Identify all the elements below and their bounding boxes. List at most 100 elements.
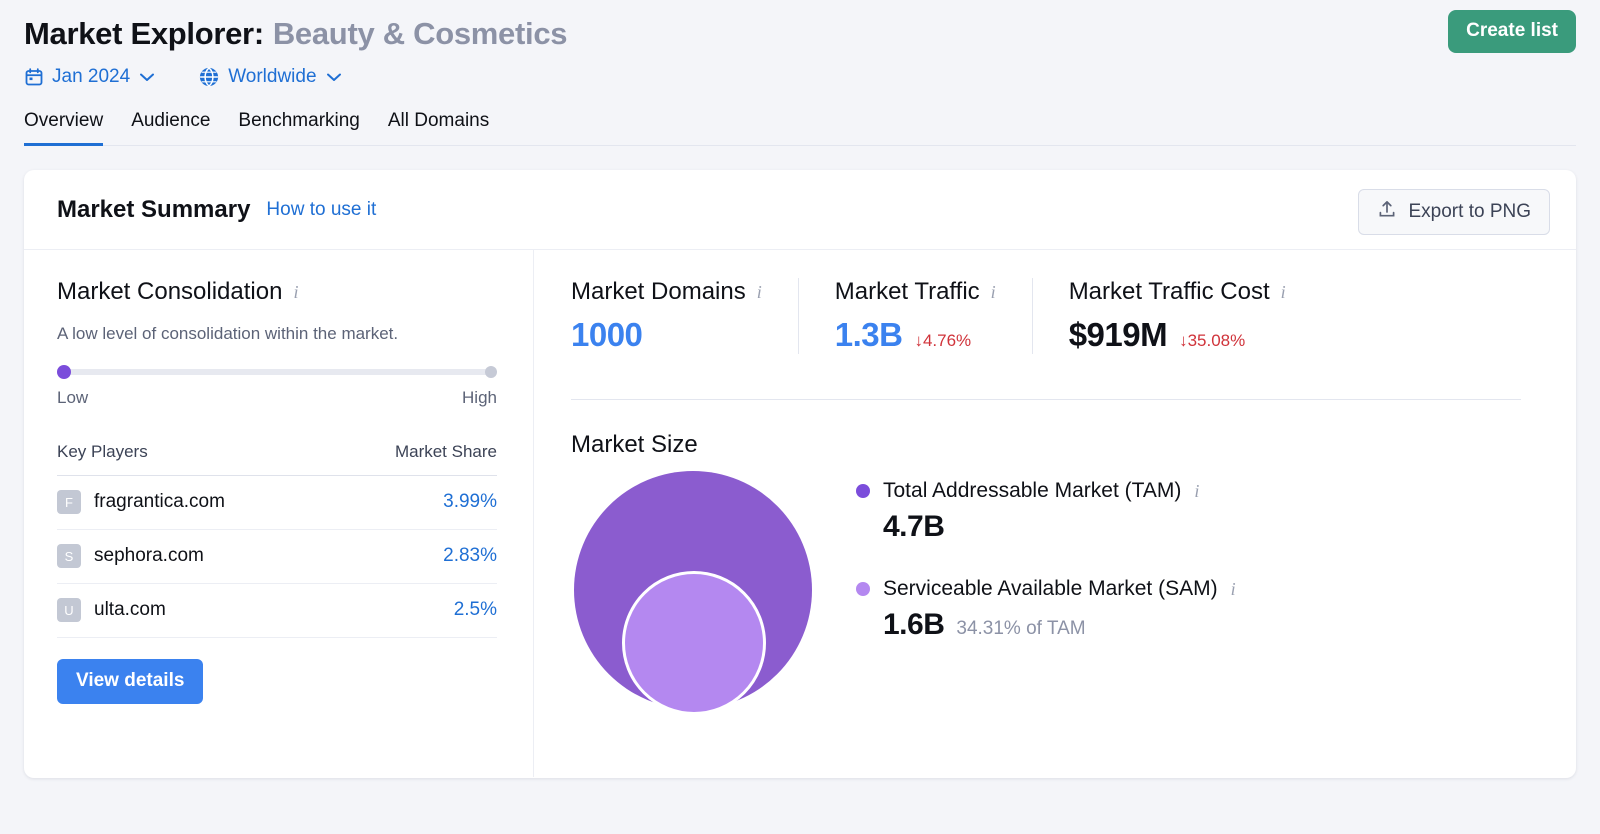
info-icon[interactable]: i xyxy=(1231,579,1236,600)
market-size-chart-area: Total Addressable Market (TAM) i 4.7B Se… xyxy=(571,471,1576,741)
legend-value-row: 1.6B 34.31% of TAM xyxy=(883,608,1236,642)
info-icon[interactable]: i xyxy=(757,282,762,303)
market-consolidation-title: Market Consolidation xyxy=(57,278,282,306)
favicon-icon: U xyxy=(57,598,81,622)
metric-label-row: Market Domains i xyxy=(571,278,762,306)
market-metrics-pane: Market Domains i 1000 Market Traffic i 1… xyxy=(534,250,1576,777)
legend-value-row: 4.7B xyxy=(883,510,1236,544)
bubble-sam xyxy=(622,571,766,715)
metric-market-traffic-cost: Market Traffic Cost i $919M ↓35.08% xyxy=(1032,278,1322,354)
market-share-value: 2.83% xyxy=(443,545,497,567)
market-consolidation-pane: Market Consolidation i A low level of co… xyxy=(24,250,534,777)
filter-row: Jan 2024 Worldwide xyxy=(24,66,1576,88)
card-header: Market Summary How to use it Export to P… xyxy=(24,170,1576,250)
key-player-cell: F fragrantica.com xyxy=(57,490,225,514)
info-icon[interactable]: i xyxy=(991,282,996,303)
legend-label: Serviceable Available Market (SAM) xyxy=(883,577,1218,601)
legend-value: 4.7B xyxy=(883,510,944,544)
market-share-value: 3.99% xyxy=(443,491,497,513)
slider-knob[interactable] xyxy=(57,365,71,379)
domain-name[interactable]: ulta.com xyxy=(94,599,166,621)
metric-market-domains: Market Domains i 1000 xyxy=(571,278,798,354)
metric-value: $919M xyxy=(1069,316,1167,354)
date-filter-label: Jan 2024 xyxy=(52,66,130,88)
metric-label-row: Market Traffic i xyxy=(835,278,996,306)
key-player-cell: U ulta.com xyxy=(57,598,166,622)
favicon-icon: F xyxy=(57,490,81,514)
tab-audience[interactable]: Audience xyxy=(131,110,210,146)
legend-label-row: Serviceable Available Market (SAM) i xyxy=(856,577,1236,601)
view-details-button[interactable]: View details xyxy=(57,659,203,704)
slider-label-low: Low xyxy=(57,388,88,408)
legend-label-row: Total Addressable Market (TAM) i xyxy=(856,479,1236,503)
table-row[interactable]: F fragrantica.com 3.99% xyxy=(57,476,497,530)
slider-labels: Low High xyxy=(57,388,497,408)
location-filter[interactable]: Worldwide xyxy=(198,66,340,88)
info-icon[interactable]: i xyxy=(293,282,298,303)
divider xyxy=(571,399,1521,400)
metric-label: Market Traffic Cost xyxy=(1069,278,1270,306)
market-consolidation-header: Market Consolidation i xyxy=(57,278,533,306)
market-size-bubble-chart xyxy=(571,471,831,741)
legend-sub: 34.31% of TAM xyxy=(956,618,1085,640)
page-title-subject: Beauty & Cosmetics xyxy=(273,16,567,52)
metric-market-traffic: Market Traffic i 1.3B ↓4.76% xyxy=(798,278,1032,354)
page-header: Market Explorer: Beauty & Cosmetics Crea… xyxy=(0,0,1600,146)
info-icon[interactable]: i xyxy=(1194,481,1199,502)
metric-delta: ↓4.76% xyxy=(914,331,971,351)
metric-value-row: 1000 xyxy=(571,316,762,354)
chevron-down-icon xyxy=(140,70,154,85)
legend-dot-tam xyxy=(856,484,870,498)
metric-value: 1000 xyxy=(571,316,642,354)
tab-benchmarking[interactable]: Benchmarking xyxy=(238,110,359,146)
market-summary-card: Market Summary How to use it Export to P… xyxy=(24,170,1576,778)
metric-value-row: 1.3B ↓4.76% xyxy=(835,316,996,354)
column-header-market-share: Market Share xyxy=(395,442,497,462)
chevron-down-icon xyxy=(327,70,341,85)
tab-overview[interactable]: Overview xyxy=(24,110,103,146)
export-to-png-button[interactable]: Export to PNG xyxy=(1358,189,1551,235)
favicon-icon: S xyxy=(57,544,81,568)
metric-label: Market Traffic xyxy=(835,278,980,306)
calendar-icon xyxy=(24,67,44,87)
page-title: Market Explorer: xyxy=(24,16,264,52)
market-consolidation-description: A low level of consolidation within the … xyxy=(57,324,533,344)
legend-item-sam: Serviceable Available Market (SAM) i 1.6… xyxy=(856,577,1236,642)
table-row[interactable]: U ulta.com 2.5% xyxy=(57,584,497,638)
date-filter[interactable]: Jan 2024 xyxy=(24,66,154,88)
info-icon[interactable]: i xyxy=(1281,282,1286,303)
export-to-png-label: Export to PNG xyxy=(1409,201,1532,223)
domain-name[interactable]: fragrantica.com xyxy=(94,491,225,513)
slider-label-high: High xyxy=(462,388,497,408)
table-row[interactable]: S sephora.com 2.83% xyxy=(57,530,497,584)
legend-value: 1.6B xyxy=(883,608,944,642)
globe-icon xyxy=(198,66,220,88)
metric-label: Market Domains xyxy=(571,278,746,306)
upload-icon xyxy=(1377,199,1397,225)
metrics-row: Market Domains i 1000 Market Traffic i 1… xyxy=(571,278,1576,370)
title-row: Market Explorer: Beauty & Cosmetics xyxy=(24,16,1576,52)
create-list-button[interactable]: Create list xyxy=(1448,10,1576,53)
location-filter-label: Worldwide xyxy=(228,66,316,88)
card-title: Market Summary xyxy=(57,196,250,224)
tab-all-domains[interactable]: All Domains xyxy=(388,110,489,146)
market-size-title: Market Size xyxy=(571,431,1576,459)
key-players-table: Key Players Market Share F fragrantica.c… xyxy=(57,442,497,638)
column-header-key-players: Key Players xyxy=(57,442,148,462)
slider-track xyxy=(57,369,497,375)
domain-name[interactable]: sephora.com xyxy=(94,545,204,567)
market-share-value: 2.5% xyxy=(454,599,497,621)
metric-delta: ↓35.08% xyxy=(1179,331,1245,351)
legend-item-tam: Total Addressable Market (TAM) i 4.7B xyxy=(856,479,1236,544)
metric-label-row: Market Traffic Cost i xyxy=(1069,278,1286,306)
how-to-use-it-link[interactable]: How to use it xyxy=(266,199,376,221)
table-header-row: Key Players Market Share xyxy=(57,442,497,476)
key-player-cell: S sephora.com xyxy=(57,544,204,568)
card-body: Market Consolidation i A low level of co… xyxy=(24,250,1576,777)
slider-end-marker xyxy=(485,366,497,378)
tab-bar: Overview Audience Benchmarking All Domai… xyxy=(24,110,1576,146)
consolidation-slider[interactable] xyxy=(57,365,497,379)
metric-value-row: $919M ↓35.08% xyxy=(1069,316,1286,354)
legend-label: Total Addressable Market (TAM) xyxy=(883,479,1181,503)
metric-value: 1.3B xyxy=(835,316,903,354)
